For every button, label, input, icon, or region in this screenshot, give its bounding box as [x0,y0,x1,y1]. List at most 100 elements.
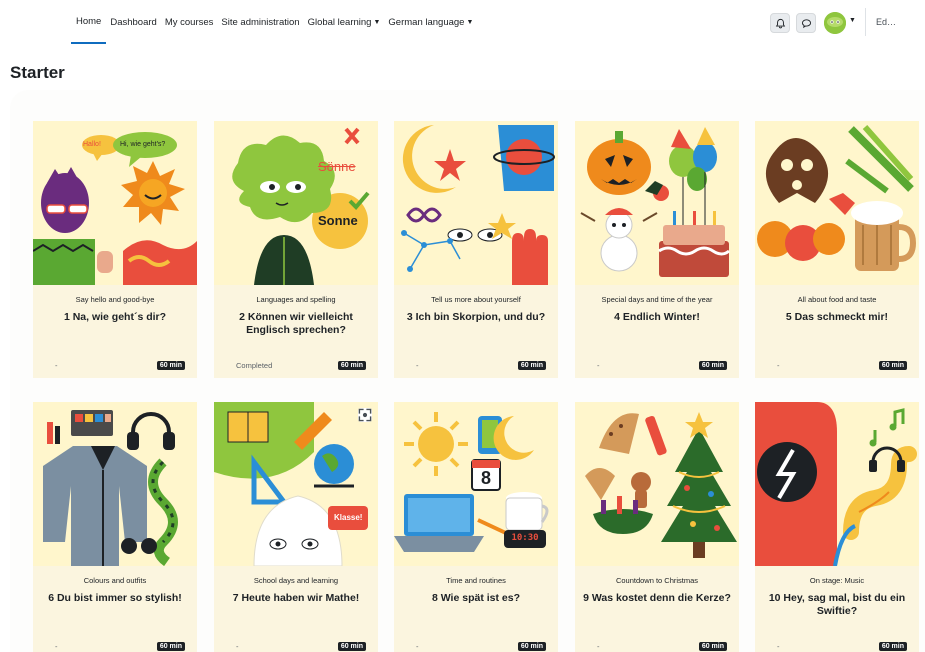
course-title[interactable]: 1 Na, wie geht´s dir? [41,311,189,324]
course-card[interactable]: Sönne Sonne Languages and spelling 2 Kön… [214,121,378,378]
spelling-cloud-illustration [214,121,378,285]
food-illustration [755,121,919,285]
course-category: Countdown to Christmas [615,576,699,585]
duration-badge: 60 min [517,642,546,651]
course-status: - [597,361,600,370]
course-title[interactable]: 3 Ich bin Skorpion, und du? [402,311,550,324]
greeting-people-illustration [33,121,197,285]
nav-dropdown-label: Global learning [307,16,372,28]
speech-bubble-text: Hi, wie geht's? [120,141,166,148]
course-card-image[interactable] [755,402,919,566]
nav-link-site-administration[interactable]: Site administration [221,0,299,44]
course-status: - [55,361,58,370]
course-card[interactable]: Hallo! Hi, wie geht's? Say hello and goo… [33,121,197,378]
course-category: Time and routines [446,576,506,585]
notifications-button[interactable] [770,13,790,33]
course-status: - [777,361,780,370]
course-title[interactable]: 8 Wie spät ist es? [402,592,550,605]
chevron-down-icon[interactable]: ▼ [849,17,856,24]
course-card-image[interactable] [575,121,739,285]
duration-badge: 60 min [878,361,907,370]
course-category: Special days and time of the year [601,295,713,304]
course-status: - [416,642,419,651]
course-card-image[interactable]: Hallo! Hi, wie geht's? [33,121,197,285]
course-card-image[interactable]: Sönne Sonne [214,121,378,285]
page-title: Starter [10,63,65,82]
course-category: Say hello and good-bye [75,295,155,304]
course-card-image[interactable]: Klasse! [214,402,378,566]
course-card[interactable]: 8 10:30 Time and routines 8 Wie spät ist… [394,402,558,652]
nav-dropdown-global-learning[interactable]: Global learning ▼ [308,0,381,44]
course-status: - [55,642,58,651]
course-card-image[interactable] [394,121,558,285]
top-navbar: Home Dashboard My courses Site administr… [0,0,925,44]
holidays-illustration [575,121,739,285]
user-avatar[interactable] [824,12,846,34]
speech-bubble-text: Hallo! [83,141,101,148]
course-card-image[interactable] [575,402,739,566]
primary-navigation: Home Dashboard My courses Site administr… [71,0,481,44]
course-card[interactable]: Special days and time of the year 4 Endl… [575,121,739,378]
expand-icon[interactable] [358,408,372,422]
avatar-face-icon [824,12,846,34]
course-category: Tell us more about yourself [431,295,521,304]
chat-bubble-icon [801,18,811,28]
course-card[interactable]: All about food and taste 5 Das schmeckt … [755,121,919,378]
course-category: All about food and taste [797,295,877,304]
course-title[interactable]: 5 Das schmeckt mir! [763,311,911,324]
calendar-day-number: 8 [480,468,491,488]
bell-icon [775,18,785,28]
duration-badge: 60 min [156,361,185,370]
nav-dropdown-label: German language [388,16,465,28]
duration-badge: 60 min [156,642,185,651]
course-title[interactable]: 2 Können wir vielleicht Englisch spreche… [222,311,370,337]
course-status: - [777,642,780,651]
course-card-image[interactable]: 8 10:30 [394,402,558,566]
nav-link-home[interactable]: Home [71,0,107,44]
course-title[interactable]: 7 Heute haben wir Mathe! [222,592,370,605]
course-card[interactable]: Colours and outfits 6 Du bist immer so s… [33,402,197,652]
wrong-spelling-word: Sönne [318,159,356,174]
course-card[interactable]: Countdown to Christmas 9 Was kostet denn… [575,402,739,652]
course-status: - [236,642,239,651]
duration-badge: 60 min [698,361,727,370]
school-illustration [214,402,378,566]
duration-badge: 60 min [337,642,366,651]
chevron-down-icon: ▼ [373,18,381,26]
course-card-image[interactable] [33,402,197,566]
course-status: - [597,642,600,651]
course-status: Completed [236,361,273,370]
course-title[interactable]: 9 Was kostet denn die Kerze? [583,592,731,605]
course-title[interactable]: 10 Hey, sag mal, bist du ein Swiftie? [763,592,911,618]
course-category: Colours and outfits [83,576,147,585]
user-navigation: ▼ Ed… [765,0,925,44]
alarm-clock-display: 10:30 [511,533,539,543]
course-category: On stage: Music [809,576,865,585]
nav-link-my-courses[interactable]: My courses [165,0,214,44]
course-card[interactable]: On stage: Music 10 Hey, sag mal, bist du… [755,402,919,652]
nav-dropdown-german-language[interactable]: German language ▼ [388,0,473,44]
duration-badge: 60 min [698,642,727,651]
duration-badge: 60 min [517,361,546,370]
course-card[interactable]: Tell us more about yourself 3 Ich bin Sk… [394,121,558,378]
course-status: - [416,361,419,370]
navbar-divider [865,8,866,36]
christmas-illustration [575,402,739,566]
duration-badge: 60 min [878,642,907,651]
chevron-down-icon: ▼ [466,18,474,26]
course-category: School days and learning [253,576,339,585]
messages-button[interactable] [796,13,816,33]
music-illustration [755,402,919,566]
course-card[interactable]: Klasse! School days and learning 7 Heute… [214,402,378,652]
course-card-image[interactable] [755,121,919,285]
nav-link-dashboard[interactable]: Dashboard [110,0,156,44]
speech-bubble-text: Klasse! [334,513,363,522]
outfits-illustration [33,402,197,566]
course-category: Languages and spelling [256,295,336,304]
course-title[interactable]: 4 Endlich Winter! [583,311,731,324]
duration-badge: 60 min [337,361,366,370]
zodiac-illustration [394,121,558,285]
correct-spelling-word: Sonne [318,213,358,228]
edit-mode-label[interactable]: Ed… [876,17,896,27]
course-title[interactable]: 6 Du bist immer so stylish! [41,592,189,605]
